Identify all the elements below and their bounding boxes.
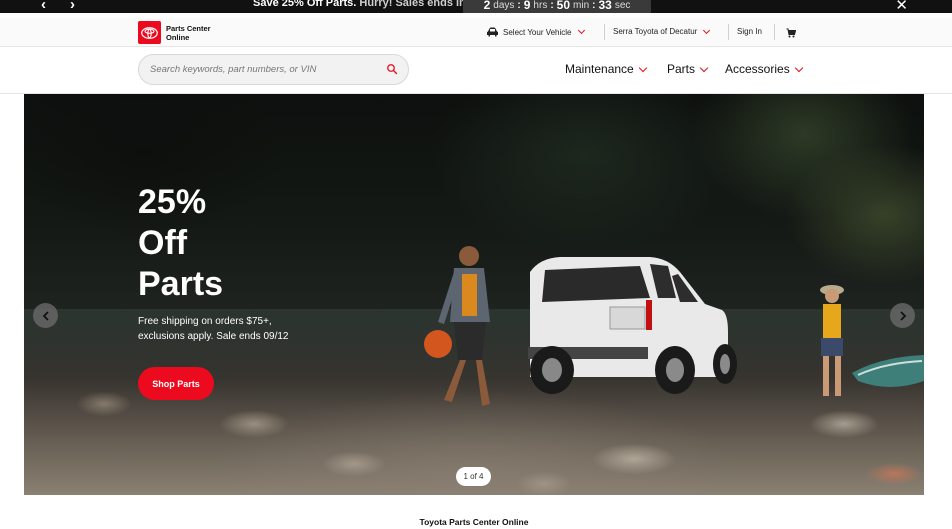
countdown-days-value: 2	[483, 0, 491, 12]
chevron-left-icon	[42, 310, 49, 321]
hero-subtitle: Free shipping on orders $75+, exclusions…	[138, 314, 328, 344]
sign-in-link[interactable]: Sign In	[737, 27, 762, 36]
cart-button[interactable]	[786, 28, 796, 38]
chevron-right-icon	[899, 310, 906, 321]
promo-bold-text: Save 25% Off Parts.	[253, 0, 357, 9]
nav-accessories[interactable]: Accessories	[725, 62, 803, 76]
hero-title: 25% Off Parts	[138, 182, 223, 305]
dealer-label: Serra Toyota of Decatur	[613, 27, 698, 36]
promo-prev-button[interactable]: ‹	[41, 0, 46, 13]
cart-icon	[786, 28, 796, 38]
utility-bar: Parts Center Online Select Your Vehicle …	[0, 18, 952, 47]
promo-message: Save 25% Off Parts. Hurry! Sales ends in	[253, 0, 466, 9]
nav-maintenance[interactable]: Maintenance	[565, 62, 647, 76]
chevron-down-icon	[638, 63, 647, 72]
countdown-seconds-value: 33	[598, 0, 612, 12]
promo-next-button[interactable]: ›	[70, 0, 75, 13]
nav-accessories-label: Accessories	[725, 62, 790, 76]
car-icon	[487, 27, 498, 37]
hero-subtitle-line2: exclusions apply. Sale ends 09/12	[138, 331, 289, 342]
toyota-logo-icon	[138, 21, 161, 44]
countdown-timer: 2 days : 9 hrs : 50 min : 33 sec	[463, 0, 651, 13]
search-input[interactable]: Search keywords, part numbers, or VIN	[138, 54, 409, 85]
hero-subtitle-line1: Free shipping on orders $75+,	[138, 316, 272, 327]
kayak-image	[852, 355, 924, 387]
nav-parts-label: Parts	[667, 62, 696, 76]
countdown-minutes-label: min	[573, 0, 590, 11]
hero-title-line3: Parts	[138, 265, 224, 303]
logo-text-line1: Parts Center	[166, 23, 211, 33]
countdown-days-label: days	[493, 0, 515, 11]
countdown-seconds-label: sec	[614, 0, 631, 11]
chevron-down-icon	[699, 63, 709, 72]
hero-banner: 25% Off Parts Free shipping on orders $7…	[24, 94, 924, 495]
suv-image	[528, 257, 737, 394]
shop-parts-button[interactable]: Shop Parts	[138, 367, 214, 400]
chevron-down-icon	[577, 26, 585, 35]
site-logo[interactable]: Parts Center Online	[138, 21, 226, 44]
nav-maintenance-label: Maintenance	[565, 62, 634, 76]
dealer-selector[interactable]: Serra Toyota of Decatur	[613, 26, 711, 36]
logo-text-line2: Online	[166, 32, 190, 42]
main-header: Search keywords, part numbers, or VIN Ma…	[0, 47, 952, 94]
chevron-down-icon	[794, 63, 803, 72]
search-placeholder: Search keywords, part numbers, or VIN	[150, 64, 317, 75]
promo-hurry-text: Hurry! Sales ends in	[359, 0, 466, 9]
carousel-next-button[interactable]	[890, 303, 915, 328]
divider	[774, 24, 775, 40]
logo-text: Parts Center Online	[166, 24, 226, 42]
hero-title-line2: Off	[138, 224, 188, 262]
countdown-hours-value: 9	[523, 0, 531, 12]
slide-indicator: 1 of 4	[456, 467, 491, 486]
promo-bar: ‹ › Save 25% Off Parts. Hurry! Sales end…	[0, 0, 952, 14]
countdown-minutes-value: 50	[556, 0, 571, 12]
countdown-hours-label: hrs	[533, 0, 548, 11]
nav-parts[interactable]: Parts	[667, 62, 709, 76]
search-icon[interactable]	[386, 63, 398, 75]
section-title: Toyota Parts Center Online	[419, 517, 529, 527]
select-vehicle-label: Select Your Vehicle	[503, 27, 572, 37]
hero-title-line1: 25%	[138, 183, 207, 221]
carousel-prev-button[interactable]	[33, 303, 58, 328]
divider	[728, 24, 729, 40]
divider	[604, 24, 605, 40]
sign-in-label: Sign In	[737, 27, 762, 36]
promo-close-button[interactable]: ✕	[895, 0, 908, 14]
select-vehicle-button[interactable]: Select Your Vehicle	[486, 26, 585, 37]
chevron-down-icon	[703, 26, 711, 34]
hiker-man-image	[424, 246, 490, 406]
